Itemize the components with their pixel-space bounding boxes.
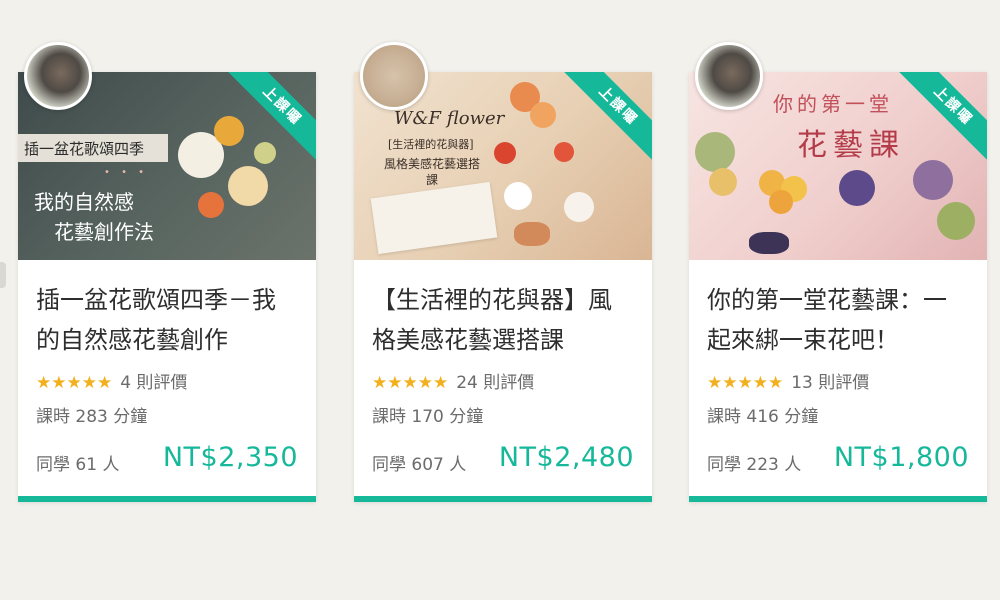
card-footer: 同學 61 人 NT$2,350 [36, 442, 298, 476]
badge-label: 上課囉 [895, 72, 987, 164]
flower-decoration [530, 102, 556, 128]
flower-decoration [564, 192, 594, 222]
rating-row: ★★★★★ 13 則評價 [707, 372, 969, 394]
course-price: NT$2,480 [498, 442, 634, 473]
thumb-text: 花藝創作法 [54, 220, 154, 244]
carousel-prev-handle[interactable] [0, 262, 6, 288]
instructor-avatar [360, 42, 428, 110]
grape-decoration [749, 232, 789, 254]
course-info: 你的第一堂花藝課：一起來綁一束花吧！ ★★★★★ 13 則評價 課時 416 分鐘… [689, 260, 987, 476]
flower-decoration [228, 166, 268, 206]
thumb-text: 你的第一堂 [773, 92, 893, 116]
thumb-text: 我的自然感 [34, 190, 134, 214]
flower-decoration [913, 160, 953, 200]
card-footer: 同學 607 人 NT$2,480 [372, 442, 634, 476]
vase-decoration [514, 222, 550, 246]
review-count: 13 則評價 [791, 373, 870, 393]
course-card[interactable]: 插一盆花歌頌四季 • • • 我的自然感 花藝創作法 上課囉 插一盆花歌頌四季－… [18, 42, 316, 502]
instructor-avatar [24, 42, 92, 110]
rating-stars-icon: ★★★★★ [707, 373, 784, 393]
review-count: 24 則評價 [456, 373, 535, 393]
thumb-text: 插一盆花歌頌四季 [24, 140, 145, 158]
student-count: 同學 223 人 [707, 455, 802, 475]
course-title[interactable]: 插一盆花歌頌四季－我的自然感花藝創作 [36, 280, 298, 360]
badge-label: 上課囉 [224, 72, 316, 164]
student-count: 同學 61 人 [36, 455, 120, 475]
fruit-decoration [769, 190, 793, 214]
badge-label: 上課囉 [560, 72, 652, 164]
card-footer: 同學 223 人 NT$1,800 [707, 442, 969, 476]
course-card[interactable]: W&F flower [生活裡的花與器] 風格美感花藝選搭課 上課囉 【生活裡的… [354, 42, 652, 502]
flower-decoration [504, 182, 532, 210]
thumb-text: 花藝課 [797, 128, 905, 163]
flower-decoration [937, 202, 975, 240]
flower-decoration [709, 168, 737, 196]
rating-stars-icon: ★★★★★ [372, 373, 449, 393]
instructor-avatar [695, 42, 763, 110]
rating-row: ★★★★★ 4 則評價 [36, 372, 298, 394]
ribbon-badge: 上課囉 [560, 72, 652, 164]
review-count: 4 則評價 [120, 373, 188, 393]
flower-decoration [839, 170, 875, 206]
course-info: 插一盆花歌頌四季－我的自然感花藝創作 ★★★★★ 4 則評價 課時 283 分鐘 … [18, 260, 316, 476]
course-info: 【生活裡的花與器】風格美感花藝選搭課 ★★★★★ 24 則評價 課時 170 分鐘… [354, 260, 652, 476]
course-title[interactable]: 【生活裡的花與器】風格美感花藝選搭課 [372, 280, 634, 360]
thumb-dots: • • • [104, 167, 149, 178]
thumb-text: [生活裡的花與器] [388, 138, 474, 151]
card-accent-bar [689, 496, 987, 502]
thumb-text: 風格美感花藝選搭課 [384, 157, 481, 187]
book-decoration [370, 181, 498, 255]
card-accent-bar [18, 496, 316, 502]
card-accent-bar [354, 496, 652, 502]
thumb-text: W&F flower [394, 108, 505, 129]
course-duration: 課時 170 分鐘 [372, 407, 484, 427]
rating-stars-icon: ★★★★★ [36, 373, 113, 393]
rating-row: ★★★★★ 24 則評價 [372, 372, 634, 394]
flower-decoration [494, 142, 516, 164]
course-card[interactable]: 你的第一堂 花藝課 上課囉 你的第一堂花藝課：一起來綁一束花吧！ ★★★★★ 13… [689, 42, 987, 502]
ribbon-badge: 上課囉 [895, 72, 987, 164]
flower-decoration [695, 132, 735, 172]
course-title[interactable]: 你的第一堂花藝課：一起來綁一束花吧！ [707, 280, 969, 360]
ribbon-badge: 上課囉 [224, 72, 316, 164]
course-duration: 課時 283 分鐘 [36, 407, 148, 427]
flower-decoration [198, 192, 224, 218]
student-count: 同學 607 人 [372, 455, 467, 475]
course-price: NT$1,800 [833, 442, 969, 473]
course-price: NT$2,350 [162, 442, 298, 473]
course-duration: 課時 416 分鐘 [707, 407, 819, 427]
